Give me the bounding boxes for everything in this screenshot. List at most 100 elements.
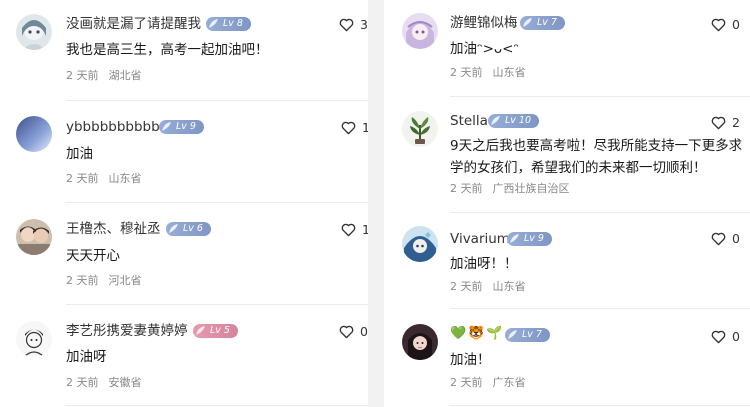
avatar[interactable] [16, 14, 52, 50]
like-button[interactable]: 0 [711, 330, 740, 344]
feather-icon [508, 330, 517, 339]
heart-icon [711, 18, 726, 32]
comment-item: 李艺彤携爱妻黄婷婷 Lv 5 0 加油呀 2 天前 安徽省 [0, 305, 368, 407]
like-count: 0 [360, 324, 368, 339]
comment-meta: 2 天前 山东省 [450, 280, 526, 294]
comment-column-right: 游鲤锦似梅 Lv 7 0 加油ᵔ>ᴗ<ᵔ 2 天前 山东省 Stella Lv … [384, 0, 750, 407]
level-badge: Lv 7 [520, 16, 565, 30]
level-label: Lv 10 [505, 115, 532, 126]
comment-location: 湖北省 [108, 69, 142, 82]
comment-location: 山东省 [492, 280, 526, 293]
level-label: Lv 6 [183, 223, 203, 234]
like-button[interactable]: 3 [339, 18, 368, 32]
like-button[interactable]: 0 [711, 232, 740, 246]
username[interactable]: Vivarium [450, 230, 510, 248]
level-badge: Lv 10 [488, 114, 540, 128]
comment-text: 加油！ [450, 352, 491, 368]
level-label: Lv 7 [522, 329, 542, 340]
comment-meta: 2 天前 湖北省 [66, 69, 142, 83]
avatar[interactable] [402, 324, 438, 360]
comment-time: 2 天前 [450, 182, 483, 195]
username-emojis[interactable]: 💚 🐯 🌱 [450, 326, 503, 342]
comment-item: ybbbbbbbbbb Lv 9 1 加油 2 天前 山东省 [0, 101, 368, 201]
comment-text: 我也是高三生，高考一起加油吧！ [66, 42, 269, 58]
level-label: Lv 5 [210, 325, 230, 336]
comment-text: 加油 [66, 146, 93, 162]
heart-icon [711, 232, 726, 246]
username[interactable]: Stella [450, 112, 488, 130]
like-button[interactable]: 0 [339, 325, 368, 339]
like-button[interactable]: 1 [341, 223, 368, 237]
comment-column-left: 没画就是漏了请提醒我 Lv 8 3 我也是高三生，高考一起加油吧！ 2 天前 湖北… [0, 0, 368, 407]
username[interactable]: ybbbbbbbbbb [66, 118, 160, 136]
comment-text: 加油ᵔ>ᴗ<ᵔ [450, 41, 520, 57]
comment-item: 王橹杰、穆祉丞 Lv 6 1 天天开心 2 天前 河北省 [0, 203, 368, 303]
heart-icon [341, 223, 356, 237]
tiger-emoji: 🐯 [468, 326, 485, 341]
purple-anime-avatar-icon [402, 13, 438, 49]
seedling-emoji: 🌱 [486, 326, 503, 341]
username[interactable]: 李艺彤携爱妻黄婷婷 [66, 322, 188, 340]
comment-item: 游鲤锦似梅 Lv 7 0 加油ᵔ>ᴗ<ᵔ 2 天前 山东省 [384, 0, 750, 96]
avatar[interactable] [402, 226, 438, 262]
heart-icon [711, 330, 726, 344]
comment-location: 山东省 [492, 66, 526, 79]
level-badge: Lv 7 [505, 328, 550, 342]
like-button[interactable]: 0 [711, 18, 740, 32]
feather-icon [169, 224, 178, 233]
comment-location: 山东省 [108, 172, 142, 185]
like-count: 3 [360, 17, 368, 32]
level-badge: Lv 5 [193, 324, 238, 338]
like-count: 1 [362, 120, 368, 135]
comment-meta: 2 天前 河北省 [66, 274, 142, 288]
comment-item: Vivarium Lv 9 0 加油呀！！ 2 天前 山东省 [384, 213, 750, 309]
avatar[interactable] [16, 219, 52, 255]
girl-photo-avatar-icon [402, 324, 438, 360]
comment-text: 加油呀！！ [450, 256, 518, 272]
divider [66, 405, 368, 406]
feather-icon [162, 122, 171, 131]
avatar[interactable] [16, 116, 52, 152]
comment-meta: 2 天前 广西壮族自治区 [450, 182, 570, 196]
username[interactable]: 没画就是漏了请提醒我 [66, 15, 201, 33]
comment-location: 广西壮族自治区 [492, 182, 570, 195]
comment-time: 2 天前 [66, 172, 99, 185]
feather-icon [510, 234, 519, 243]
level-badge: Lv 9 [159, 120, 204, 134]
comment-item: 💚 🐯 🌱 Lv 7 0 加油！ 2 天前 广东省 [384, 309, 750, 407]
photo-avatar-icon [16, 219, 52, 255]
comment-time: 2 天前 [66, 69, 99, 82]
level-badge: Lv 6 [166, 222, 211, 236]
username[interactable]: 王橹杰、穆祉丞 [66, 220, 161, 238]
green-heart-emoji: 💚 [450, 326, 467, 341]
like-button[interactable]: 1 [341, 121, 368, 135]
avatar[interactable] [402, 111, 438, 147]
comment-time: 2 天前 [450, 280, 483, 293]
comment-location: 广东省 [492, 376, 526, 389]
avatar[interactable] [402, 13, 438, 49]
plant-avatar-icon [402, 111, 438, 147]
feather-icon [209, 19, 218, 28]
anime-girl-avatar-icon [16, 14, 52, 50]
avatar[interactable] [16, 321, 52, 357]
like-count: 0 [732, 17, 740, 32]
gradient-avatar-icon [16, 116, 52, 152]
comment-location: 安徽省 [108, 376, 142, 389]
level-label: Lv 7 [537, 17, 557, 28]
comment-time: 2 天前 [66, 274, 99, 287]
like-count: 0 [732, 329, 740, 344]
comment-meta: 2 天前 广东省 [450, 376, 526, 390]
level-label: Lv 9 [524, 233, 544, 244]
blue-anime-avatar-icon [402, 226, 438, 262]
level-badge: Lv 9 [507, 232, 552, 246]
level-badge: Lv 8 [206, 17, 251, 31]
comment-meta: 2 天前 安徽省 [66, 376, 142, 390]
comment-text: 天天开心 [66, 248, 120, 264]
heart-icon [339, 325, 354, 339]
heart-icon [341, 121, 356, 135]
like-button[interactable]: 2 [711, 116, 740, 130]
comment-time: 2 天前 [450, 376, 483, 389]
username[interactable]: 游鲤锦似梅 [450, 14, 518, 32]
comment-location: 河北省 [108, 274, 142, 287]
comment-item: Stella Lv 10 2 9天之后我也要高考啦！尽我所能支持一下更多求 学的… [384, 97, 750, 212]
